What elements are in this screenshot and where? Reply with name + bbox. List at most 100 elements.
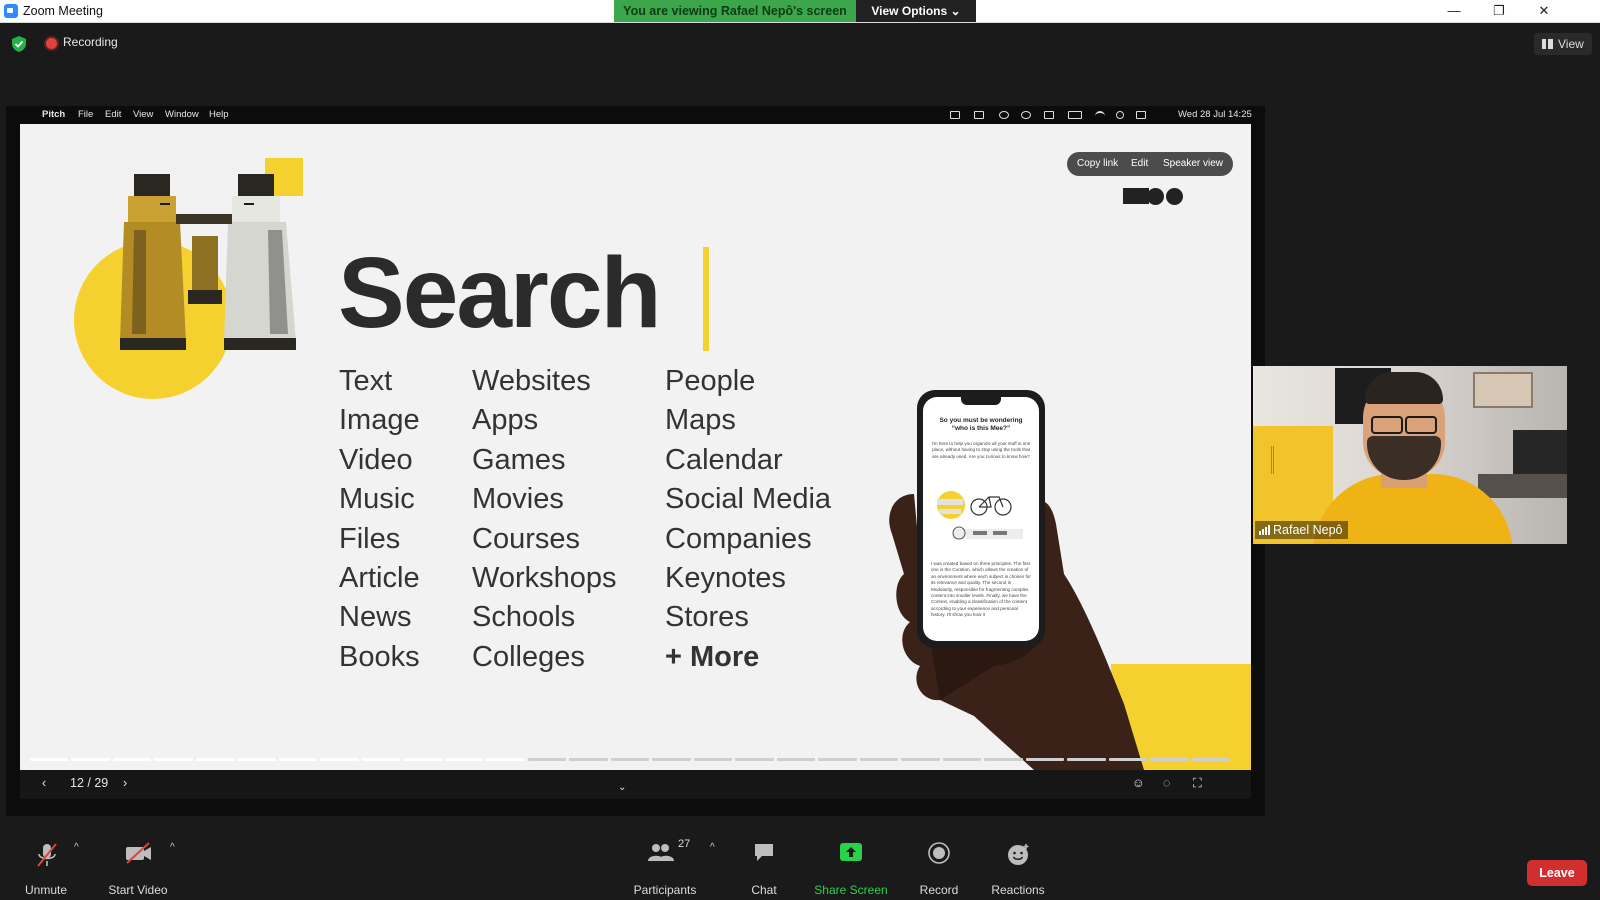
binoculars-illustration: [120, 174, 296, 350]
share-screen-button[interactable]: Share Screen: [813, 828, 889, 900]
progress-segment[interactable]: [859, 758, 899, 761]
share-screen-icon: [840, 843, 862, 861]
flag-status-icon: [1044, 111, 1054, 119]
view-layout-button[interactable]: View: [1534, 33, 1592, 55]
progress-segment[interactable]: [1108, 758, 1148, 761]
edit-button[interactable]: Edit: [1131, 158, 1148, 169]
progress-segment[interactable]: [71, 758, 110, 761]
chevron-down-icon: ⌄: [950, 4, 961, 18]
progress-segment[interactable]: [984, 758, 1023, 761]
view-options-button[interactable]: View Options ⌄: [856, 0, 976, 22]
unmute-button[interactable]: Unmute: [20, 828, 72, 900]
progress-segment[interactable]: [237, 758, 276, 761]
start-video-button[interactable]: Start Video: [104, 828, 172, 900]
record-button[interactable]: Record: [915, 828, 963, 900]
menubar-clock: Wed 28 Jul 14:25: [1178, 109, 1252, 120]
progress-segment[interactable]: [818, 758, 857, 761]
speaker-view-button[interactable]: Speaker view: [1163, 158, 1223, 169]
progress-segment[interactable]: [361, 758, 401, 761]
chevron-down-icon[interactable]: ⌄: [618, 782, 626, 793]
progress-segment[interactable]: [112, 758, 152, 761]
progress-segment[interactable]: [195, 758, 235, 761]
list-item: Schools: [472, 601, 576, 634]
progress-segment[interactable]: [403, 758, 442, 761]
emoji-reaction-icon[interactable]: ☺: [1132, 776, 1145, 790]
close-button[interactable]: ✕: [1521, 0, 1567, 22]
list-item: Keynotes: [665, 561, 786, 594]
leave-meeting-button[interactable]: Leave: [1527, 860, 1587, 886]
progress-segment[interactable]: [735, 758, 774, 761]
progress-segment[interactable]: [486, 758, 525, 761]
progress-segment[interactable]: [527, 758, 567, 761]
list-item: Colleges: [472, 640, 585, 673]
list-item: Files: [339, 522, 401, 555]
video-off-icon: [126, 842, 151, 864]
control-center-icon: [1136, 111, 1146, 119]
copy-link-button[interactable]: Copy link: [1077, 158, 1118, 169]
menu-edit: Edit: [105, 109, 122, 120]
restore-button[interactable]: ❐: [1476, 0, 1522, 22]
view-layout-label: View: [1558, 37, 1584, 51]
presentation-slide: Search Text Image Video Music Files Arti…: [20, 124, 1251, 770]
progress-segment[interactable]: [776, 758, 816, 761]
list-item: News: [339, 601, 412, 634]
progress-segment[interactable]: [693, 758, 733, 761]
progress-segment[interactable]: [901, 758, 940, 761]
minimize-button[interactable]: —: [1431, 0, 1477, 22]
audio-options-caret-icon[interactable]: ^: [74, 842, 79, 853]
chat-bubble-icon: [755, 844, 773, 861]
screen-status-icon: [950, 111, 960, 119]
list-item: Video: [339, 443, 413, 476]
menu-help: Help: [209, 109, 229, 120]
unmute-label: Unmute: [24, 883, 68, 897]
recording-dot-icon: [46, 38, 57, 49]
progress-segment[interactable]: [1191, 758, 1230, 761]
zoom-app-icon: [4, 4, 18, 18]
progress-segment[interactable]: [320, 758, 359, 761]
text-caret: [703, 247, 709, 351]
participants-count: 27: [678, 838, 691, 850]
search-column-1: Text Image Video Music Files Article New…: [339, 362, 420, 677]
speaker-video-thumbnail[interactable]: Rafael Nepô: [1253, 366, 1567, 544]
panel-resize-handle[interactable]: [1271, 446, 1274, 474]
encryption-shield-icon[interactable]: [12, 36, 26, 52]
battery-icon: [1068, 111, 1082, 119]
progress-segment[interactable]: [652, 758, 691, 761]
list-item: Stores: [665, 601, 749, 634]
video-options-caret-icon[interactable]: ^: [170, 842, 175, 853]
search-column-3: People Maps Calendar Social Media Compan…: [665, 362, 831, 677]
participants-label: Participants: [633, 883, 697, 897]
slide-heading: Search: [338, 237, 662, 349]
progress-segment[interactable]: [1067, 758, 1106, 761]
viewing-screen-banner: You are viewing Rafael Nepô's screen: [614, 0, 856, 22]
menu-app-name: Pitch: [42, 109, 66, 120]
start-video-label: Start Video: [108, 883, 168, 897]
list-item: People: [665, 365, 756, 397]
progress-segment[interactable]: [569, 758, 608, 761]
comment-icon[interactable]: ◌: [1163, 776, 1170, 790]
progress-segment[interactable]: [278, 758, 318, 761]
previous-slide-icon[interactable]: ‹: [42, 776, 46, 790]
progress-segment[interactable]: [1025, 758, 1065, 761]
list-item: Companies: [665, 522, 812, 555]
reactions-button[interactable]: Reactions: [986, 828, 1050, 900]
progress-segment[interactable]: [444, 758, 484, 761]
chat-button[interactable]: Chat: [744, 828, 784, 900]
list-item: Maps: [665, 404, 736, 437]
next-slide-icon[interactable]: ›: [123, 776, 127, 790]
progress-segment[interactable]: [154, 758, 193, 761]
participants-caret-icon[interactable]: ^: [710, 842, 715, 853]
recording-indicator[interactable]: Recording: [63, 35, 118, 49]
progress-segment[interactable]: [610, 758, 650, 761]
speaker-name: Rafael Nepô: [1273, 523, 1343, 537]
fullscreen-icon[interactable]: ⛶: [1193, 776, 1202, 791]
menu-file: File: [78, 109, 94, 120]
progress-segment[interactable]: [942, 758, 982, 761]
phone-title: So you must be wondering “who is this Me…: [939, 417, 1023, 432]
list-item: Text: [339, 365, 393, 397]
progress-segment[interactable]: [1150, 758, 1189, 761]
participants-button[interactable]: 27 Participants: [628, 828, 702, 900]
progress-segment[interactable]: [30, 758, 69, 761]
speaker-name-tag: Rafael Nepô: [1255, 521, 1348, 539]
window-title: Zoom Meeting: [23, 4, 103, 18]
